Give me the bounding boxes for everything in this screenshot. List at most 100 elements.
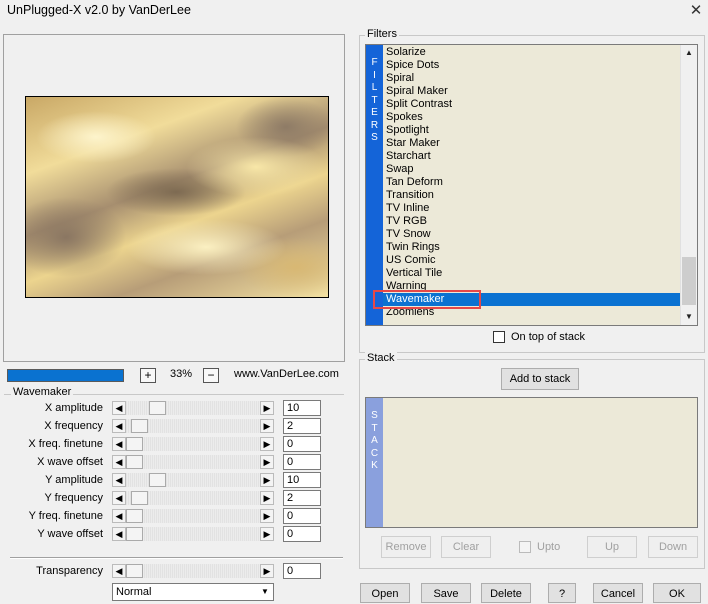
param-5-slider-thumb[interactable] xyxy=(131,491,148,505)
param-3-label: X wave offset xyxy=(37,456,103,468)
param-5-input[interactable]: 2 xyxy=(283,490,321,506)
filter-list-scrollbar[interactable]: ▲ ▼ xyxy=(680,45,697,325)
scroll-down-icon[interactable]: ▼ xyxy=(681,309,697,325)
param-1-increase-button[interactable]: ▶ xyxy=(260,419,274,433)
separator xyxy=(10,557,343,559)
param-7-input[interactable]: 0 xyxy=(283,526,321,542)
stack-side-letter: A xyxy=(371,435,378,446)
param-1-decrease-button[interactable]: ◀ xyxy=(112,419,126,433)
param-5-decrease-button[interactable]: ◀ xyxy=(112,491,126,505)
list-item[interactable]: TV RGB xyxy=(386,215,427,228)
param-6-slider-thumb[interactable] xyxy=(126,509,143,523)
param-2-increase-button[interactable]: ▶ xyxy=(260,437,274,451)
param-1-slider-thumb[interactable] xyxy=(131,419,148,433)
selection-highlight-box xyxy=(373,290,481,309)
param-6-decrease-button[interactable]: ◀ xyxy=(112,509,126,523)
transparency-increase-button[interactable]: ▶ xyxy=(260,564,274,578)
param-6-increase-button[interactable]: ▶ xyxy=(260,509,274,523)
add-to-stack-button[interactable]: Add to stack xyxy=(501,368,579,390)
param-4-slider-thumb[interactable] xyxy=(149,473,166,487)
open-button[interactable]: Open xyxy=(360,583,410,603)
zoom-out-button[interactable]: − xyxy=(203,368,219,383)
param-5-label: Y frequency xyxy=(44,492,103,504)
stack-list[interactable]: STACK xyxy=(365,397,698,528)
param-7-slider-track[interactable] xyxy=(126,527,260,541)
preview-panel xyxy=(3,34,345,362)
list-item[interactable]: US Comic xyxy=(386,254,436,267)
list-item[interactable]: Split Contrast xyxy=(386,98,452,111)
list-item[interactable]: Spiral Maker xyxy=(386,85,448,98)
param-4-slider-track[interactable] xyxy=(126,473,260,487)
param-0-slider-track[interactable] xyxy=(126,401,260,415)
ok-button[interactable]: OK xyxy=(653,583,701,603)
stack-side-letter: K xyxy=(371,460,378,471)
list-item[interactable]: Star Maker xyxy=(386,137,440,150)
param-2-slider-track[interactable] xyxy=(126,437,260,451)
scroll-up-icon[interactable]: ▲ xyxy=(681,45,697,61)
transparency-input[interactable]: 0 xyxy=(283,563,321,579)
param-7-slider-thumb[interactable] xyxy=(126,527,143,541)
stack-side-letter: T xyxy=(371,422,378,434)
param-5-increase-button[interactable]: ▶ xyxy=(260,491,274,505)
clear-button[interactable]: Clear xyxy=(441,536,491,558)
transparency-slider-track[interactable] xyxy=(126,564,260,578)
filters-side-letter: I xyxy=(373,69,376,81)
stack-side-letter: C xyxy=(370,447,379,459)
list-item[interactable]: Spiral xyxy=(386,72,414,85)
param-0-increase-button[interactable]: ▶ xyxy=(260,401,274,415)
filter-list-items[interactable]: Solarize Spice Dots Spiral Spiral Maker Spli… xyxy=(383,45,680,325)
param-4-input[interactable]: 10 xyxy=(283,472,321,488)
scrollbar-thumb[interactable] xyxy=(682,257,696,305)
list-item[interactable]: Transition xyxy=(386,189,434,202)
param-2-input[interactable]: 0 xyxy=(283,436,321,452)
param-0-slider-thumb[interactable] xyxy=(149,401,166,415)
list-item[interactable]: TV Snow xyxy=(386,228,431,241)
param-7-increase-button[interactable]: ▶ xyxy=(260,527,274,541)
param-4-increase-button[interactable]: ▶ xyxy=(260,473,274,487)
param-3-input[interactable]: 0 xyxy=(283,454,321,470)
save-button[interactable]: Save xyxy=(421,583,471,603)
cancel-button[interactable]: Cancel xyxy=(593,583,643,603)
list-item[interactable]: Spotlight xyxy=(386,124,429,137)
param-3-decrease-button[interactable]: ◀ xyxy=(112,455,126,469)
on-top-of-stack-checkbox[interactable] xyxy=(493,331,505,343)
website-link[interactable]: www.VanDerLee.com xyxy=(234,368,339,380)
remove-button[interactable]: Remove xyxy=(381,536,431,558)
list-item[interactable]: Swap xyxy=(386,163,414,176)
zoom-in-button[interactable]: + xyxy=(140,368,156,383)
param-6-input[interactable]: 0 xyxy=(283,508,321,524)
transparency-slider-thumb[interactable] xyxy=(126,564,143,578)
transparency-decrease-button[interactable]: ◀ xyxy=(112,564,126,578)
delete-button[interactable]: Delete xyxy=(481,583,531,603)
param-2-decrease-button[interactable]: ◀ xyxy=(112,437,126,451)
param-2-slider-thumb[interactable] xyxy=(126,437,143,451)
down-button[interactable]: Down xyxy=(648,536,698,558)
up-button[interactable]: Up xyxy=(587,536,637,558)
param-0-input[interactable]: 10 xyxy=(283,400,321,416)
list-item[interactable]: Vertical Tile xyxy=(386,267,442,280)
help-button[interactable]: ? xyxy=(548,583,576,603)
param-3-increase-button[interactable]: ▶ xyxy=(260,455,274,469)
list-item[interactable]: Tan Deform xyxy=(386,176,443,189)
param-4-decrease-button[interactable]: ◀ xyxy=(112,473,126,487)
filter-list[interactable]: FILTERS Solarize Spice Dots Spiral Spiral M… xyxy=(365,44,698,326)
list-item[interactable]: Starchart xyxy=(386,150,431,163)
list-item[interactable]: Twin Rings xyxy=(386,241,440,254)
list-item[interactable]: Spice Dots xyxy=(386,59,439,72)
param-0-decrease-button[interactable]: ◀ xyxy=(112,401,126,415)
upto-checkbox[interactable] xyxy=(519,541,531,553)
close-icon[interactable]: ✕ xyxy=(688,2,704,20)
list-item[interactable]: Solarize xyxy=(386,46,426,59)
blend-mode-select[interactable]: Normal ▼ xyxy=(112,583,274,601)
list-item[interactable]: TV Inline xyxy=(386,202,429,215)
filters-side-letter: S xyxy=(371,132,378,143)
param-3-slider-track[interactable] xyxy=(126,455,260,469)
param-1-input[interactable]: 2 xyxy=(283,418,321,434)
window-title: UnPlugged-X v2.0 by VanDerLee xyxy=(7,3,191,17)
list-item[interactable]: Spokes xyxy=(386,111,423,124)
param-7-decrease-button[interactable]: ◀ xyxy=(112,527,126,541)
wavemaker-group-title: Wavemaker xyxy=(11,386,74,398)
param-3-slider-thumb[interactable] xyxy=(126,455,143,469)
param-6-slider-track[interactable] xyxy=(126,509,260,523)
param-1-label: X frequency xyxy=(44,420,103,432)
